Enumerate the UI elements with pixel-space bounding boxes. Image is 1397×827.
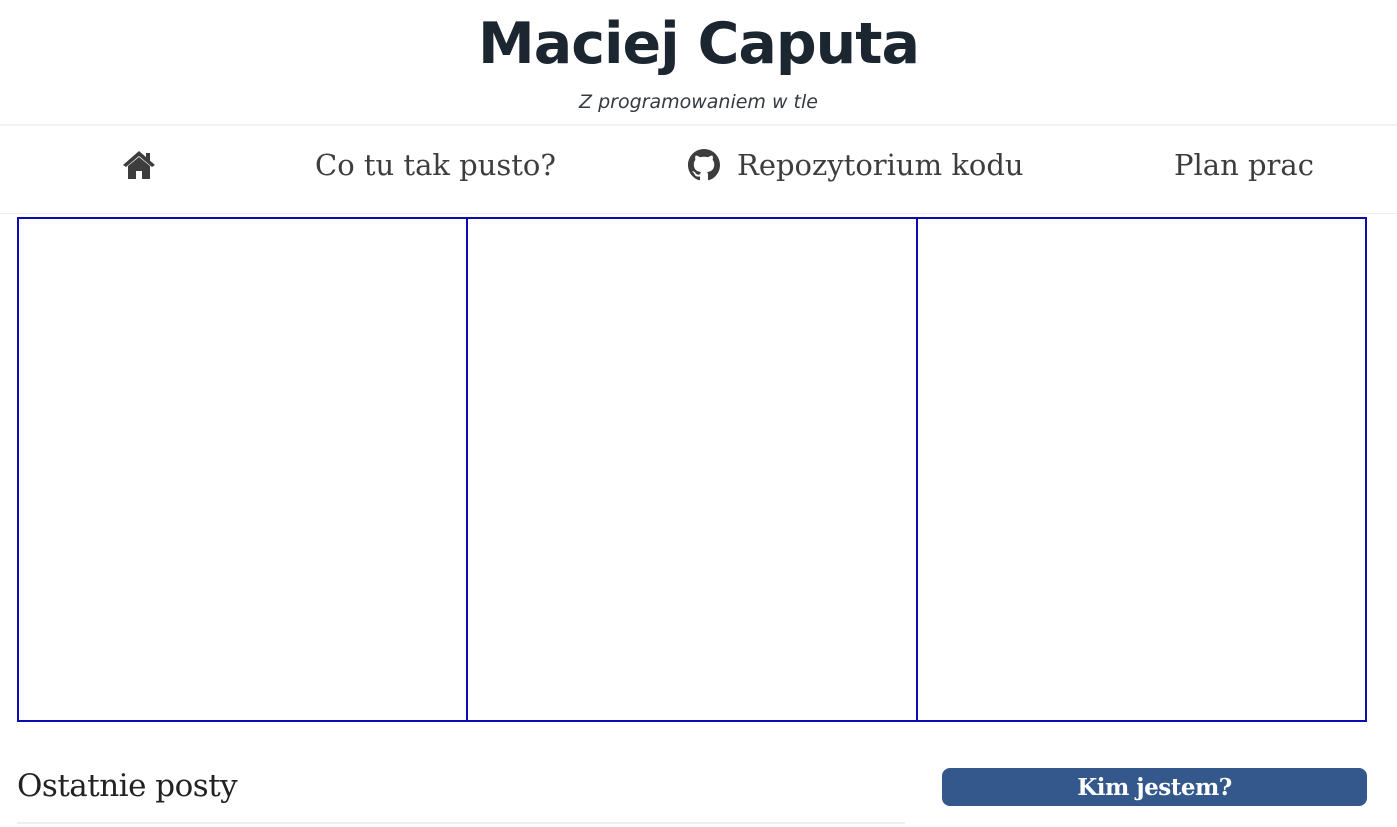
nav-item-label: Plan prac	[1174, 148, 1314, 182]
site-tagline: Z programowaniem w tle	[579, 91, 818, 113]
featured-panel	[918, 219, 1365, 720]
nav-item-empty[interactable]: Co tu tak pusto?	[315, 127, 556, 203]
featured-panel	[19, 219, 469, 720]
nav-item-label: Repozytorium kodu	[737, 148, 1024, 182]
main-nav: Co tu tak pusto? Repozytorium kodu Plan …	[0, 127, 1397, 214]
nav-item-repository[interactable]: Repozytorium kodu	[688, 127, 1024, 203]
github-icon	[688, 149, 720, 181]
recent-posts-heading: Ostatnie posty	[17, 768, 238, 804]
site-header: Maciej Caputa Z programowaniem w tle	[0, 0, 1397, 125]
nav-item-home[interactable]	[121, 127, 157, 203]
home-icon	[123, 151, 155, 179]
header-divider	[0, 124, 1397, 126]
featured-panel	[468, 219, 918, 720]
recent-posts-divider	[17, 822, 905, 824]
nav-item-plan[interactable]: Plan prac	[1174, 127, 1314, 203]
featured-panels	[17, 217, 1367, 722]
about-me-button[interactable]: Kim jestem?	[942, 768, 1367, 806]
site-title[interactable]: Maciej Caputa	[0, 8, 1397, 80]
nav-item-label: Co tu tak pusto?	[315, 148, 556, 182]
